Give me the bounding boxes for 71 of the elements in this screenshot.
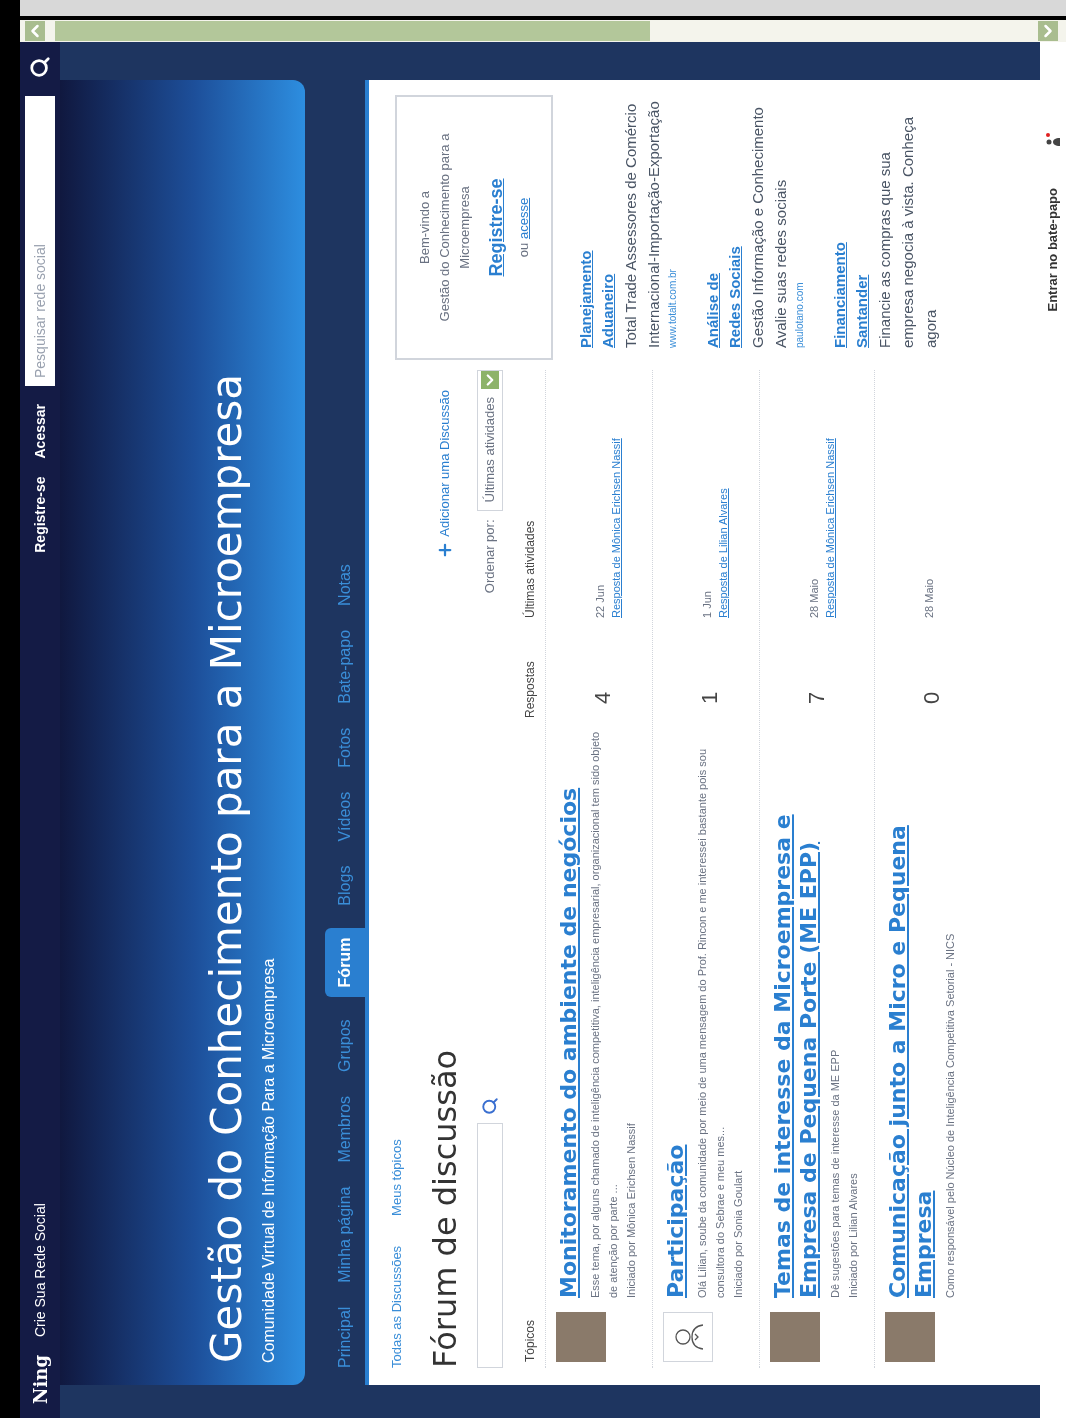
- search-field[interactable]: Pesquisar rede social: [25, 96, 55, 386]
- search-icon[interactable]: [29, 56, 51, 78]
- activity-date: 1 Jun: [699, 590, 714, 618]
- topic-author: Iniciado por Lilian Alvares: [845, 1172, 860, 1298]
- default-avatar: [662, 1312, 713, 1362]
- top-link[interactable]: Registre-se: [29, 476, 51, 553]
- chat-link[interactable]: Entrar no bate-papo: [1043, 188, 1063, 312]
- filter-link[interactable]: Todas as Discussões: [387, 1245, 407, 1368]
- activity-date: 28 Maio: [806, 577, 821, 618]
- topic-author: Iniciado por Mônica Erichsen Nassif: [623, 1122, 638, 1298]
- logo[interactable]: Ning: [26, 1355, 54, 1404]
- scrollbar[interactable]: [20, 20, 1066, 42]
- nav-tab[interactable]: Grupos: [325, 1017, 365, 1074]
- activity-date: 28 Maio: [921, 577, 936, 618]
- topic-excerpt: Olá Lilian, soube da comunidade por meio de uma mensagem do Prof. Rincon e me interessei bastante pois sou consultora do Sebrae e meu mes...: [694, 747, 727, 1298]
- topic-author: Iniciado por Sonia Goulart: [730, 1169, 745, 1298]
- ad-title-link[interactable]: Financiamento Santander: [829, 228, 873, 348]
- nav-tab[interactable]: Fórum: [325, 927, 365, 998]
- ad-url-link[interactable]: paulotano.com: [792, 95, 807, 348]
- nav-tab[interactable]: Bate-papo: [325, 627, 365, 706]
- welcome-text: Bem-vindo a Gestão do Conhecimento para a Microempresa: [415, 132, 473, 324]
- reply-count: 7: [803, 691, 829, 704]
- photo-placeholder: [555, 1312, 606, 1362]
- sort-label: Ordenar por:: [480, 519, 498, 594]
- topic-title-link[interactable]: Monitoramento do ambiente de negócios: [555, 728, 582, 1298]
- filter-link[interactable]: Meus tópicos: [387, 1139, 407, 1216]
- ad-url-link[interactable]: www.totalt.com.br: [665, 95, 680, 348]
- reply-count: 4: [589, 691, 615, 704]
- topic-excerpt: Dê sugestões para temas de interesse da ME EPP: [827, 1048, 842, 1298]
- nav-tab[interactable]: Blogs: [325, 863, 365, 908]
- login-link[interactable]: acesse: [515, 197, 531, 240]
- person-icon[interactable]: [1045, 132, 1061, 148]
- reply-link[interactable]: Resposta de Mônica Erichsen Nassif: [608, 418, 625, 618]
- tagline-link[interactable]: Crie Sua Rede Social: [29, 1203, 51, 1338]
- topic-title-link[interactable]: Participação: [662, 728, 689, 1298]
- site-title: Gestão do Conhecimento para a Microempresa: [201, 372, 252, 1363]
- topic-title-link[interactable]: Comunicação junto a Micro e Pequena Empresa: [884, 728, 937, 1298]
- ad-text: Financie as compras que sua empresa negocia à vista. Conheça agora: [875, 116, 940, 348]
- photo-placeholder: [769, 1312, 820, 1362]
- add-discussion-link[interactable]: Adicionar uma Discussão: [434, 390, 455, 559]
- nav-tab[interactable]: Vídeos: [325, 789, 365, 844]
- top-link[interactable]: Acessar: [29, 404, 51, 459]
- site-subtitle: Comunidade Virtual de Informação Para a Microempresa: [259, 957, 278, 1363]
- nav-tab[interactable]: Fotos: [325, 725, 365, 770]
- sort-dropdown[interactable]: Últimas atividades: [476, 370, 503, 512]
- ad-title-link[interactable]: Análise de Redes Sociais: [702, 228, 746, 348]
- reply-count: 0: [918, 691, 944, 704]
- ad-title-link[interactable]: Planejamento Aduaneiro: [575, 228, 619, 348]
- nav-tab[interactable]: Notas: [325, 562, 365, 608]
- topic-title-link[interactable]: Temas de interesse da Microempresa e Empresa de Pequena Porte (ME EPP): [769, 728, 822, 1298]
- reply-link[interactable]: Resposta de Lilian Alvares: [715, 418, 732, 618]
- chevron-icon: [480, 371, 499, 389]
- column-header: Respostas: [521, 660, 538, 718]
- forum-search-field[interactable]: [476, 1123, 503, 1368]
- ad-text: Gestão Informação e Conhecimento Avalie suas redes sociais: [748, 106, 790, 348]
- column-header: Tópicos: [521, 1318, 538, 1364]
- register-link[interactable]: Registre-se: [482, 178, 510, 277]
- nav-tab[interactable]: Membros: [325, 1093, 365, 1165]
- topic-excerpt: Esse tema, por alguns chamado de inteligência competitiva, inteligência empresarial, organizacional tem sido objeto de atenção por parte ...: [587, 730, 620, 1298]
- ad-text: Total Trade Assessores de Comércio Internacional-Importação-Exportação: [621, 100, 663, 348]
- reply-count: 1: [696, 691, 722, 704]
- activity-date: 22 Jun: [592, 583, 607, 618]
- nav-tab[interactable]: Principal: [325, 1304, 365, 1370]
- column-header: Últimas atividades: [521, 520, 538, 618]
- nav-tab[interactable]: Minha página: [325, 1184, 365, 1285]
- reply-link[interactable]: Resposta de Mônica Erichsen Nassif: [822, 418, 839, 618]
- scroll-up-icon: [25, 21, 45, 41]
- photo-placeholder: [884, 1312, 935, 1362]
- or-text: ou: [515, 242, 531, 258]
- topic-excerpt: Como responsável pelo Núcleo de Inteligência Competitiva Setorial - NICS: [942, 932, 957, 1298]
- forum-title: Fórum de discussão: [424, 1049, 465, 1368]
